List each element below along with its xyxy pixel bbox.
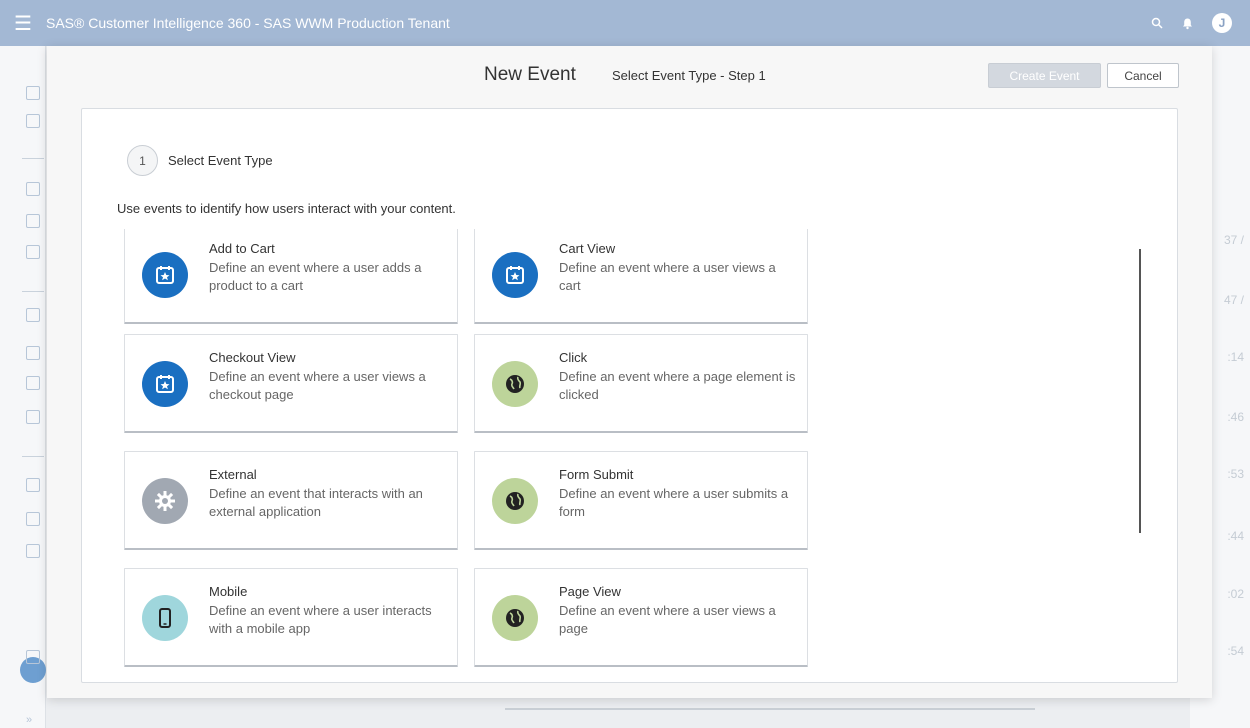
card-title: Page View bbox=[559, 584, 621, 599]
background-time: 37 / bbox=[1223, 233, 1244, 247]
background-time: :54 bbox=[1227, 644, 1244, 658]
create-event-button[interactable]: Create Event bbox=[988, 63, 1101, 88]
card-description: Define an event where a user interacts w… bbox=[209, 603, 432, 636]
list-scrollbar[interactable] bbox=[1139, 249, 1141, 533]
left-navigation-rail: » bbox=[0, 46, 46, 728]
event-type-list[interactable]: Add to Cart Define an event where a user… bbox=[82, 229, 1177, 682]
content-icon[interactable] bbox=[26, 410, 40, 424]
background-time: :53 bbox=[1227, 467, 1244, 481]
background-time: 47 / bbox=[1223, 293, 1244, 307]
calendar-icon[interactable] bbox=[26, 114, 40, 128]
card-description: Define an event where a user submits a f… bbox=[559, 486, 789, 519]
card-title: Checkout View bbox=[209, 350, 296, 365]
card-title: External bbox=[209, 467, 257, 482]
expand-rail-icon[interactable]: » bbox=[26, 714, 32, 726]
globe-icon[interactable] bbox=[26, 512, 40, 526]
event-type-card-form-submit[interactable]: Form Submit Define an event where a user… bbox=[474, 451, 808, 550]
card-description: Define an event where a user views a car… bbox=[559, 260, 776, 293]
notifications-bell-icon[interactable] bbox=[1181, 17, 1194, 30]
segments-icon[interactable] bbox=[26, 214, 40, 228]
copy-icon[interactable] bbox=[26, 245, 40, 259]
dialog-step-title: Select Event Type - Step 1 bbox=[612, 68, 766, 83]
card-description: Define an event that interacts with an e… bbox=[209, 486, 423, 519]
settings-icon[interactable] bbox=[26, 544, 40, 558]
background-scrollbar bbox=[505, 708, 1035, 710]
hamburger-menu-icon[interactable]: ☰ bbox=[0, 0, 46, 46]
app-header: ☰ SAS® Customer Intelligence 360 - SAS W… bbox=[0, 0, 1250, 46]
calendar-star-icon bbox=[492, 252, 538, 298]
calendar-star-icon bbox=[142, 361, 188, 407]
event-type-card-mobile[interactable]: Mobile Define an event where a user inte… bbox=[124, 568, 458, 667]
reports-icon[interactable] bbox=[26, 346, 40, 360]
assets-icon[interactable] bbox=[26, 478, 40, 492]
card-description: Define an event where a user views a che… bbox=[209, 369, 426, 402]
event-type-card-external[interactable]: External Define an event that interacts … bbox=[124, 451, 458, 550]
card-title: Click bbox=[559, 350, 588, 365]
card-description: Define an event where a user views a pag… bbox=[559, 603, 776, 636]
app-title: SAS® Customer Intelligence 360 - SAS WWM… bbox=[46, 15, 450, 31]
background-time: :46 bbox=[1227, 410, 1244, 424]
select-event-type-panel: 1 Select Event Type Use events to identi… bbox=[81, 108, 1178, 683]
event-type-card-cart-view[interactable]: Cart View Define an event where a user v… bbox=[474, 229, 808, 324]
background-time: :02 bbox=[1227, 587, 1244, 601]
card-description: Define an event where a page element is … bbox=[559, 369, 796, 402]
tasks-icon[interactable] bbox=[26, 308, 40, 322]
card-title: Cart View bbox=[559, 241, 616, 256]
dialog-header: New Event Select Event Type - Step 1 Cre… bbox=[47, 46, 1212, 104]
search-icon[interactable] bbox=[1151, 17, 1163, 29]
mobile-phone-icon bbox=[142, 595, 188, 641]
cancel-button[interactable]: Cancel bbox=[1107, 63, 1179, 88]
dialog-title: New Event bbox=[484, 64, 576, 85]
gear-icon bbox=[142, 478, 188, 524]
home-icon[interactable] bbox=[26, 86, 40, 100]
card-title: Mobile bbox=[209, 584, 248, 599]
event-type-card-click[interactable]: Click Define an event where a page eleme… bbox=[474, 334, 808, 433]
card-title: Form Submit bbox=[559, 467, 634, 482]
list-icon[interactable] bbox=[26, 650, 40, 664]
rail-divider bbox=[22, 456, 44, 457]
calendar-star-icon bbox=[142, 252, 188, 298]
event-type-card-add-to-cart[interactable]: Add to Cart Define an event where a user… bbox=[124, 229, 458, 324]
card-title: Add to Cart bbox=[209, 241, 275, 256]
step-number-badge: 1 bbox=[127, 145, 158, 176]
audience-icon[interactable] bbox=[26, 376, 40, 390]
background-time: :14 bbox=[1227, 350, 1244, 364]
globe-icon bbox=[492, 595, 538, 641]
background-time: :44 bbox=[1227, 529, 1244, 543]
rail-divider bbox=[22, 158, 44, 159]
event-type-card-checkout-view[interactable]: Checkout View Define an event where a us… bbox=[124, 334, 458, 433]
rail-divider bbox=[22, 291, 44, 292]
globe-icon bbox=[492, 478, 538, 524]
grid-icon[interactable] bbox=[26, 182, 40, 196]
card-description: Define an event where a user adds a prod… bbox=[209, 260, 422, 293]
event-type-card-page-view[interactable]: Page View Define an event where a user v… bbox=[474, 568, 808, 667]
panel-description: Use events to identify how users interac… bbox=[117, 201, 456, 216]
new-event-dialog: New Event Select Event Type - Step 1 Cre… bbox=[47, 46, 1212, 698]
user-avatar[interactable]: J bbox=[1212, 13, 1232, 33]
globe-icon bbox=[492, 361, 538, 407]
step-label: Select Event Type bbox=[168, 153, 273, 168]
